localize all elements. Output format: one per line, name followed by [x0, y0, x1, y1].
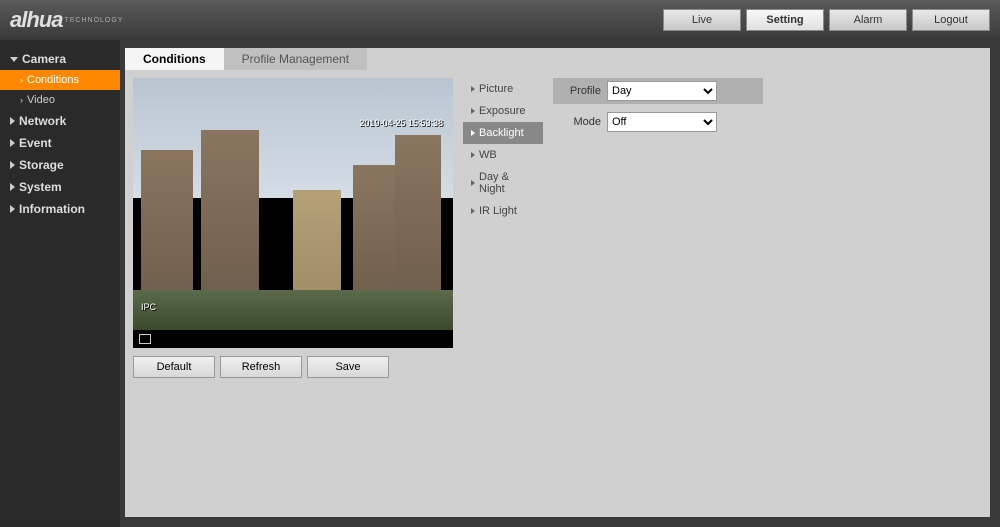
mode-row: Mode Off	[553, 104, 982, 140]
mode-select[interactable]: Off	[607, 112, 717, 132]
nav-setting[interactable]: Setting	[746, 9, 824, 31]
sidebar-item-information[interactable]: Information	[0, 198, 120, 220]
sub-menu: Picture Exposure Backlight WB Day & Nigh…	[463, 78, 543, 378]
submenu-exposure[interactable]: Exposure	[463, 100, 543, 122]
chevron-right-icon	[10, 117, 15, 125]
nav-logout[interactable]: Logout	[912, 9, 990, 31]
brand-sub: TECHNOLOGY	[64, 17, 123, 24]
tabs: Conditions Profile Management	[125, 48, 990, 70]
video-controls	[133, 330, 453, 348]
main-panel: Conditions Profile Management IPC 2019-0…	[125, 48, 990, 517]
refresh-button[interactable]: Refresh	[220, 356, 302, 378]
chevron-right-icon	[471, 108, 475, 114]
profile-row: Profile Day	[553, 78, 763, 104]
mode-label: Mode	[561, 116, 601, 128]
sidebar-item-conditions[interactable]: ›Conditions	[0, 70, 120, 90]
tab-profile-management[interactable]: Profile Management	[224, 48, 367, 70]
chevron-down-icon	[10, 57, 18, 62]
fullscreen-icon[interactable]	[139, 334, 151, 344]
brand-logo: alhua	[10, 7, 62, 33]
video-preview: IPC 2019-04-25 15:53:38	[133, 78, 453, 330]
chevron-right-icon: ›	[20, 95, 23, 105]
chevron-right-icon	[471, 152, 475, 158]
video-column: IPC 2019-04-25 15:53:38 Default Refresh …	[133, 78, 453, 378]
button-row: Default Refresh Save	[133, 356, 453, 378]
submenu-picture[interactable]: Picture	[463, 78, 543, 100]
chevron-right-icon	[471, 180, 475, 186]
nav-buttons: Live Setting Alarm Logout	[663, 9, 990, 31]
submenu-wb[interactable]: WB	[463, 144, 543, 166]
submenu-day-night[interactable]: Day & Night	[463, 166, 543, 200]
chevron-right-icon	[10, 139, 15, 147]
chevron-right-icon	[10, 183, 15, 191]
chevron-right-icon	[10, 205, 15, 213]
submenu-ir-light[interactable]: IR Light	[463, 200, 543, 222]
nav-alarm[interactable]: Alarm	[829, 9, 907, 31]
video-label: IPC	[141, 302, 156, 312]
chevron-right-icon	[471, 86, 475, 92]
profile-select[interactable]: Day	[607, 81, 717, 101]
chevron-right-icon: ›	[20, 75, 23, 85]
nav-live[interactable]: Live	[663, 9, 741, 31]
sidebar-item-event[interactable]: Event	[0, 132, 120, 154]
sidebar-item-video[interactable]: ›Video	[0, 90, 120, 110]
video-timestamp: 2019-04-25 15:53:38	[359, 118, 443, 128]
tab-conditions[interactable]: Conditions	[125, 48, 224, 70]
sidebar-item-network[interactable]: Network	[0, 110, 120, 132]
header: alhua TECHNOLOGY Live Setting Alarm Logo…	[0, 0, 1000, 40]
content: IPC 2019-04-25 15:53:38 Default Refresh …	[125, 70, 990, 386]
body: Camera ›Conditions ›Video Network Event …	[0, 40, 1000, 527]
sidebar: Camera ›Conditions ›Video Network Event …	[0, 40, 120, 527]
chevron-right-icon	[471, 130, 475, 136]
profile-label: Profile	[561, 85, 601, 97]
sidebar-item-system[interactable]: System	[0, 176, 120, 198]
save-button[interactable]: Save	[307, 356, 389, 378]
chevron-right-icon	[10, 161, 15, 169]
sidebar-item-camera[interactable]: Camera	[0, 48, 120, 70]
default-button[interactable]: Default	[133, 356, 215, 378]
chevron-right-icon	[471, 208, 475, 214]
submenu-backlight[interactable]: Backlight	[463, 122, 543, 144]
sidebar-item-storage[interactable]: Storage	[0, 154, 120, 176]
properties-panel: Profile Day Mode Off	[553, 78, 982, 378]
